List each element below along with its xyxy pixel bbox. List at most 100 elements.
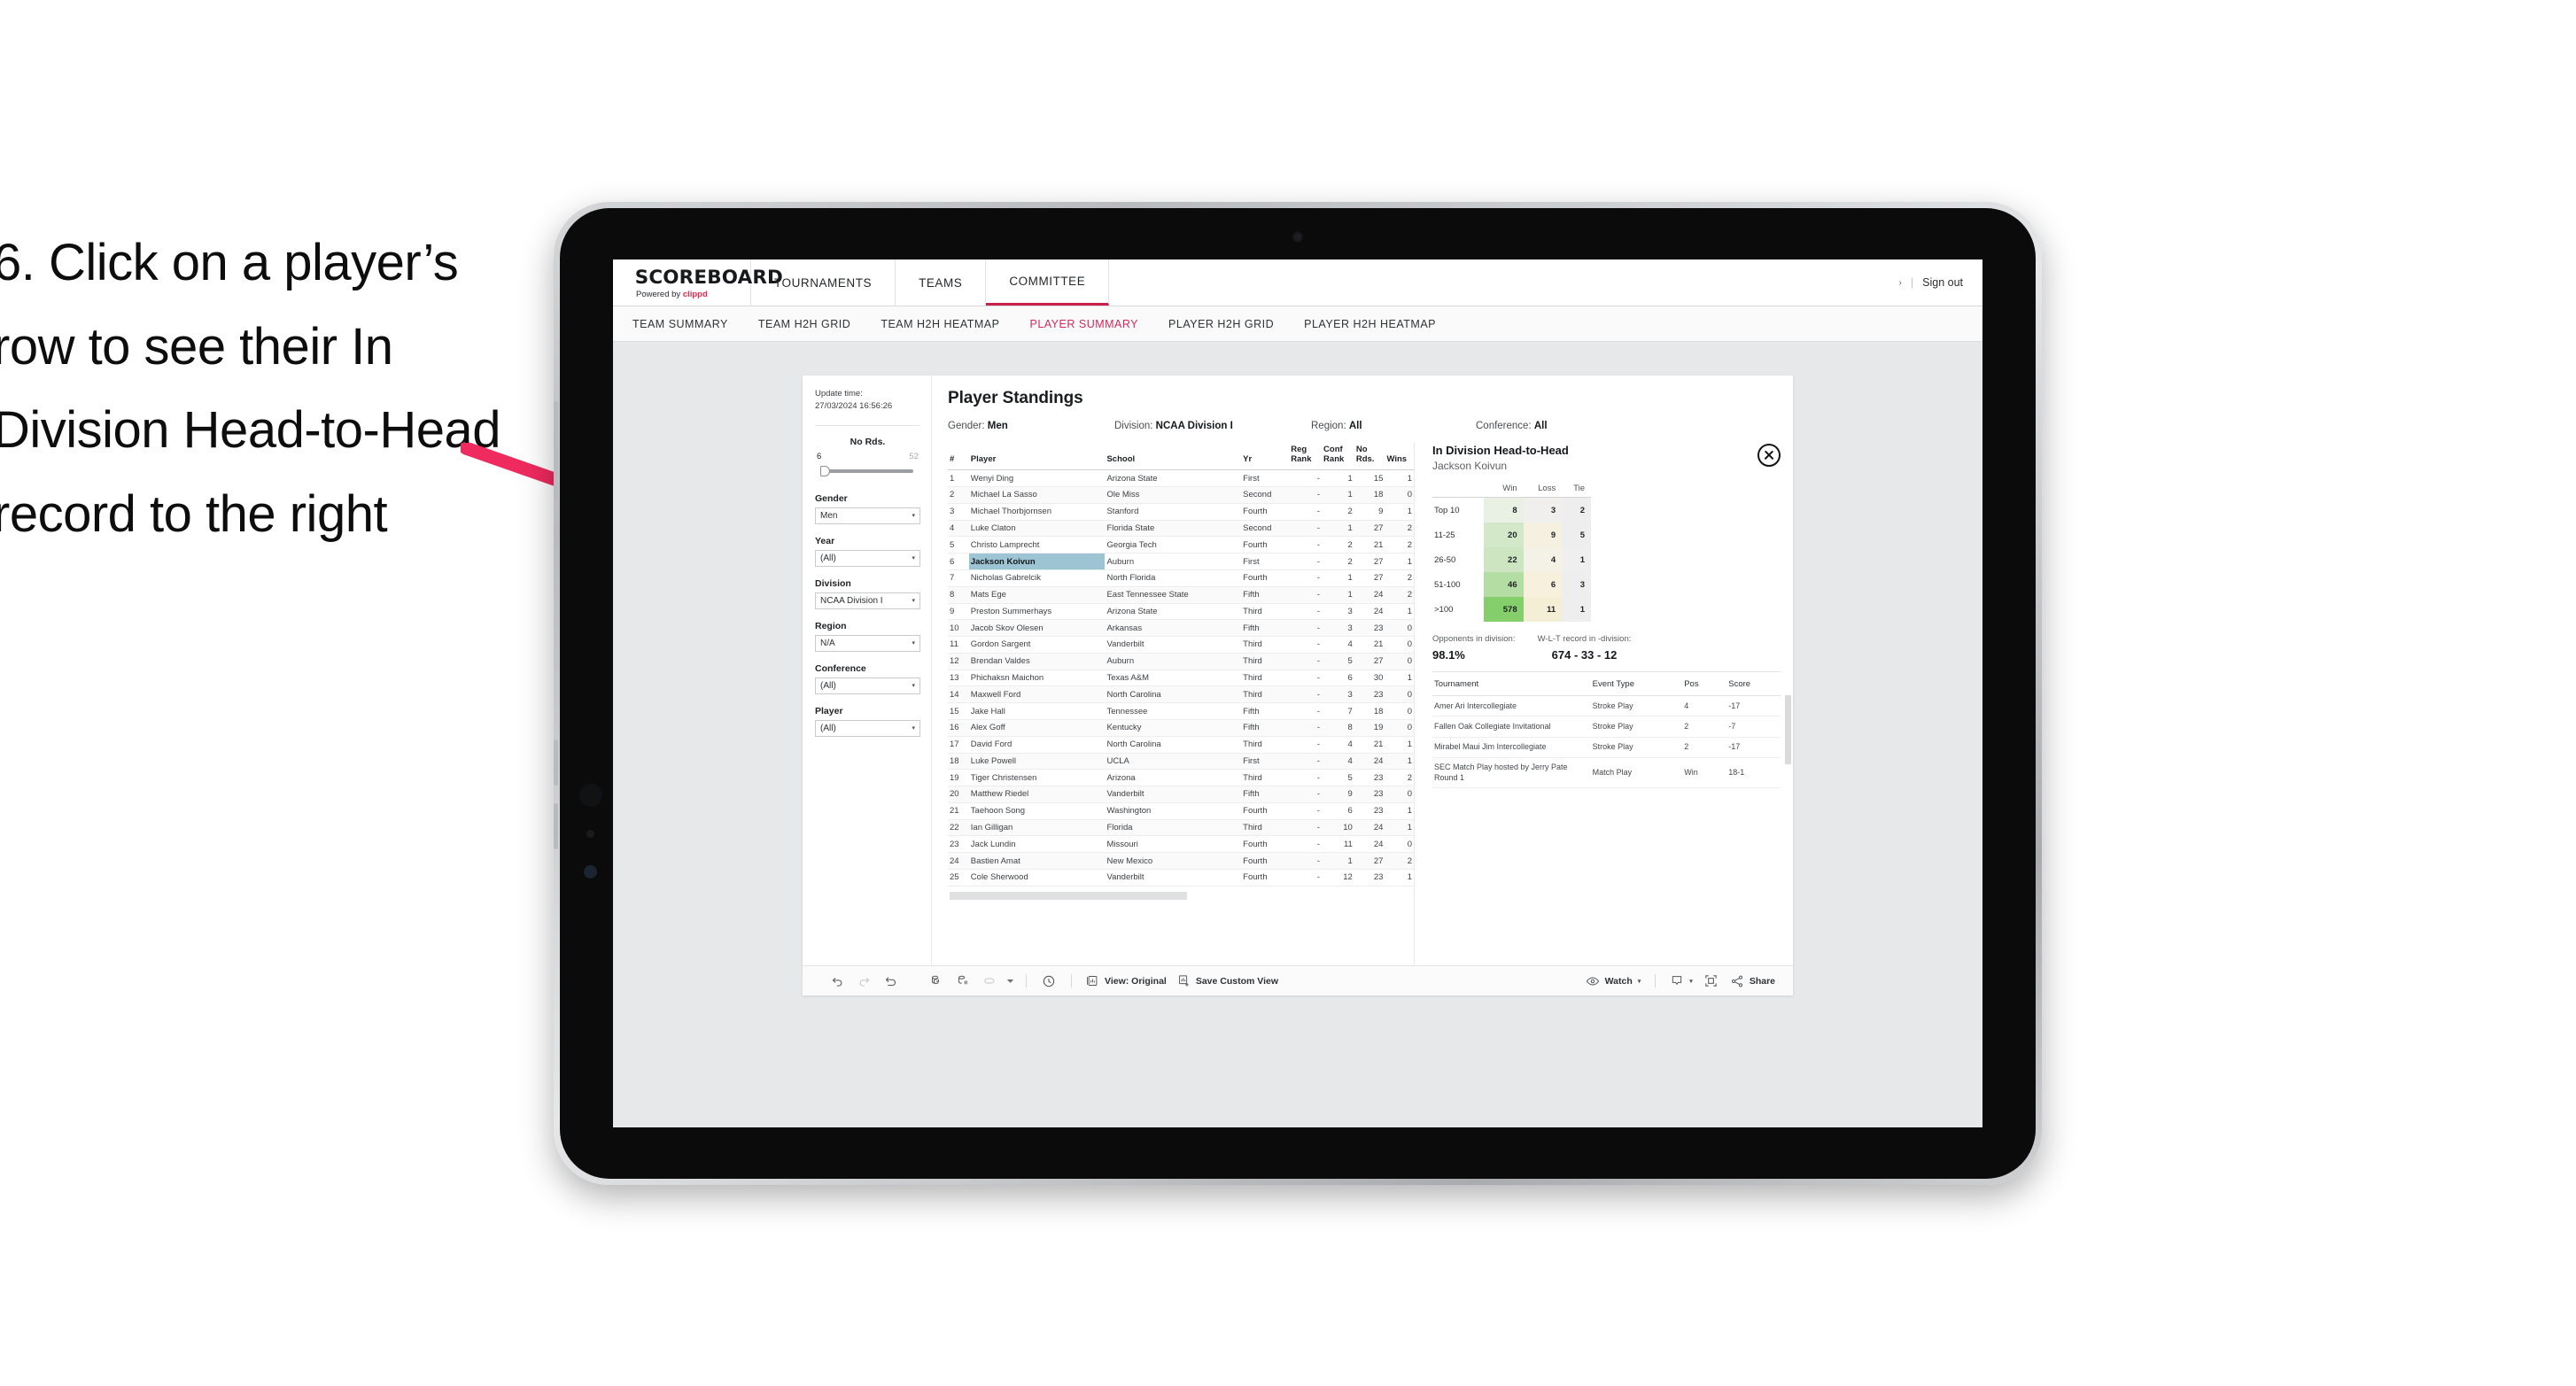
table-row[interactable]: 18 Luke Powell UCLA First -4 24 1 — [948, 753, 1414, 770]
close-icon[interactable] — [1757, 444, 1781, 467]
table-row[interactable]: 10 Jacob Skov Olesen Arkansas Fifth -3 23 0 — [948, 619, 1414, 638]
download-button[interactable]: ▾ — [1664, 974, 1698, 988]
table-row[interactable]: 9 Preston Summerhays Arizona State Third -3 2… — [948, 603, 1414, 621]
col-rank[interactable]: # — [948, 443, 969, 471]
power-button[interactable] — [554, 739, 558, 786]
view-original-button[interactable]: View: Original — [1081, 974, 1172, 987]
tournament-row[interactable]: Mirabel Maui Jim Intercollegiate Stroke P… — [1432, 737, 1781, 758]
col-reg-rank[interactable]: Reg Rank — [1289, 443, 1323, 471]
fullscreen-icon[interactable] — [1698, 968, 1725, 995]
col-school[interactable]: School — [1105, 443, 1242, 471]
table-row[interactable]: 19 Tiger Christensen Arizona Third -5 23 2 — [948, 769, 1414, 787]
col-no-rds[interactable]: No Rds. — [1354, 443, 1385, 471]
zoom-tool-icon[interactable] — [976, 968, 1003, 995]
revert-icon[interactable] — [877, 968, 904, 995]
share-button[interactable]: Share — [1725, 974, 1781, 988]
table-row[interactable]: 24 Bastien Amat New Mexico Fourth -1 27 2 — [948, 852, 1414, 870]
table-row[interactable]: 4 Luke Claton Florida State Second -1 27 2 — [948, 520, 1414, 538]
chevron-right-icon[interactable]: › — [1899, 278, 1902, 288]
col-conf-rank[interactable]: Conf Rank — [1322, 443, 1354, 471]
tab-team-h2h-heatmap[interactable]: TEAM H2H HEATMAP — [881, 318, 999, 330]
table-row[interactable]: 8 Mats Ege East Tennessee State Fifth -1 24 2 — [948, 586, 1414, 604]
redo-icon[interactable] — [850, 968, 877, 995]
cell-conf: 4 — [1322, 736, 1354, 754]
opponents-value: 98.1% — [1432, 648, 1465, 662]
table-row[interactable]: 6 Jackson Koivun Auburn First -2 27 1 — [948, 553, 1414, 570]
table-row[interactable]: 7 Nicholas Gabrelcik North Florida Fourth -1… — [948, 569, 1414, 587]
nav-teams[interactable]: TEAMS — [896, 259, 987, 306]
table-row[interactable]: 3 Michael Thorbjornsen Stanford Fourth -2 9 1 — [948, 503, 1414, 521]
tournament-row[interactable]: SEC Match Play hosted by Jerry Pate Roun… — [1432, 757, 1781, 789]
filter-year-select[interactable]: (All) ▾ — [815, 549, 920, 567]
table-row[interactable]: 15 Jake Hall Tennessee Fifth -7 18 0 — [948, 702, 1414, 720]
tab-player-h2h-grid[interactable]: PLAYER H2H GRID — [1168, 318, 1274, 330]
table-row[interactable]: 14 Maxwell Ford North Carolina Third -3 23 0 — [948, 685, 1414, 704]
h2h-cell-loss: 9 — [1523, 523, 1563, 547]
tab-player-summary[interactable]: PLAYER SUMMARY — [1029, 318, 1138, 330]
table-row[interactable]: 2 Michael La Sasso Ole Miss Second -1 18 0 — [948, 486, 1414, 504]
cell-player: Maxwell Ford — [968, 685, 1106, 704]
table-row[interactable]: 25 Cole Sherwood Vanderbilt Fourth -12 23 1 — [948, 869, 1414, 887]
pause-data-icon[interactable] — [950, 968, 976, 995]
table-row[interactable]: 16 Alex Goff Kentucky Fifth -8 19 0 — [948, 719, 1414, 737]
horizontal-scrollbar[interactable] — [950, 891, 1414, 900]
col-yr[interactable]: Yr — [1241, 443, 1290, 471]
table-row[interactable]: 12 Brendan Valdes Auburn Third -5 27 0 — [948, 653, 1414, 670]
table-row[interactable]: 23 Jack Lundin Missouri Fourth -11 24 0 — [948, 835, 1414, 854]
filter-summary: Gender: Men Division: NCAA Division I Re… — [948, 421, 1777, 431]
cell-school: Auburn — [1105, 553, 1242, 570]
side-button[interactable] — [554, 803, 558, 849]
table-row[interactable]: 17 David Ford North Carolina Third -4 21 1 — [948, 736, 1414, 754]
h2h-stats: Opponents in division: 98.1% W-L-T recor… — [1432, 634, 1793, 662]
cell-player: Gordon Sargent — [968, 636, 1106, 654]
tab-player-h2h-heatmap[interactable]: PLAYER H2H HEATMAP — [1304, 318, 1436, 330]
col-tournament[interactable]: Tournament — [1432, 679, 1591, 696]
table-row[interactable]: 1 Wenyi Ding Arizona State First -1 15 1 — [948, 469, 1414, 488]
tab-team-summary[interactable]: TEAM SUMMARY — [632, 318, 728, 330]
cell-conf: 11 — [1322, 835, 1354, 854]
cell-school: North Florida — [1105, 569, 1242, 587]
table-row[interactable]: 11 Gordon Sargent Vanderbilt Third -4 21 0 — [948, 636, 1414, 654]
brand-logo[interactable]: SCOREBOARD Powered by clippd — [613, 259, 783, 306]
summary-division-label: Division: — [1114, 421, 1156, 431]
table-row[interactable]: 22 Ian Gilligan Florida Third -10 24 1 — [948, 819, 1414, 837]
save-custom-view-button[interactable]: Save Custom View — [1172, 974, 1284, 987]
h2h-row: Top 10 8 3 2 — [1432, 497, 1591, 523]
col-event-type[interactable]: Event Type — [1590, 679, 1683, 696]
tournament-row[interactable]: Amer Ari Intercollegiate Stroke Play 4 -17 — [1432, 695, 1781, 717]
filter-player-select[interactable]: (All) ▾ — [815, 719, 920, 737]
filter-division-select[interactable]: NCAA Division I ▾ — [815, 592, 920, 609]
tournament-row[interactable]: Fallen Oak Collegiate Invitational Stroke… — [1432, 716, 1781, 738]
update-time-value: 27/03/2024 16:56:26 — [815, 400, 893, 411]
vertical-scrollbar[interactable] — [1785, 695, 1791, 764]
filter-gender-select[interactable]: Men ▾ — [815, 507, 920, 524]
watch-button[interactable]: Watch ▾ — [1580, 974, 1647, 988]
scrollbar-thumb[interactable] — [950, 891, 1187, 900]
filter-conference-select[interactable]: (All) ▾ — [815, 677, 920, 694]
nav-committee[interactable]: COMMITTEE — [986, 259, 1110, 306]
toolbar-divider — [1071, 974, 1072, 987]
col-pos[interactable]: Pos — [1682, 679, 1727, 696]
no-rounds-slider[interactable]: No Rds. 6 52 — [815, 437, 920, 482]
col-player[interactable]: Player — [968, 443, 1106, 471]
table-row[interactable]: 21 Taehoon Song Washington Fourth -6 23 1 — [948, 802, 1414, 820]
volume-button[interactable] — [554, 401, 558, 500]
table-row[interactable]: 20 Matthew Riedel Vanderbilt Fifth -9 23 0 — [948, 786, 1414, 803]
slider-track[interactable] — [820, 465, 913, 476]
slider-handle[interactable] — [820, 465, 830, 476]
cell-player: Luke Powell — [968, 753, 1106, 770]
col-score[interactable]: Score — [1726, 679, 1781, 696]
refresh-data-icon[interactable] — [923, 968, 950, 995]
filter-gender-label: Gender — [815, 492, 848, 504]
summary-region-label: Region: — [1311, 421, 1349, 431]
clock-icon[interactable] — [1036, 968, 1062, 995]
table-row[interactable]: 5 Christo Lamprecht Georgia Tech Fourth -2 21… — [948, 536, 1414, 554]
undo-icon[interactable] — [824, 968, 850, 995]
cell-rank: 11 — [948, 636, 969, 654]
sign-out-link[interactable]: Sign out — [1922, 276, 1963, 289]
col-wins[interactable]: Wins — [1385, 443, 1414, 471]
table-row[interactable]: 13 Phichaksn Maichon Texas A&M Third -6 30 1 — [948, 670, 1414, 687]
chevron-down-icon[interactable] — [1003, 968, 1017, 995]
tab-team-h2h-grid[interactable]: TEAM H2H GRID — [758, 318, 850, 330]
filter-region-select[interactable]: N/A ▾ — [815, 634, 920, 652]
